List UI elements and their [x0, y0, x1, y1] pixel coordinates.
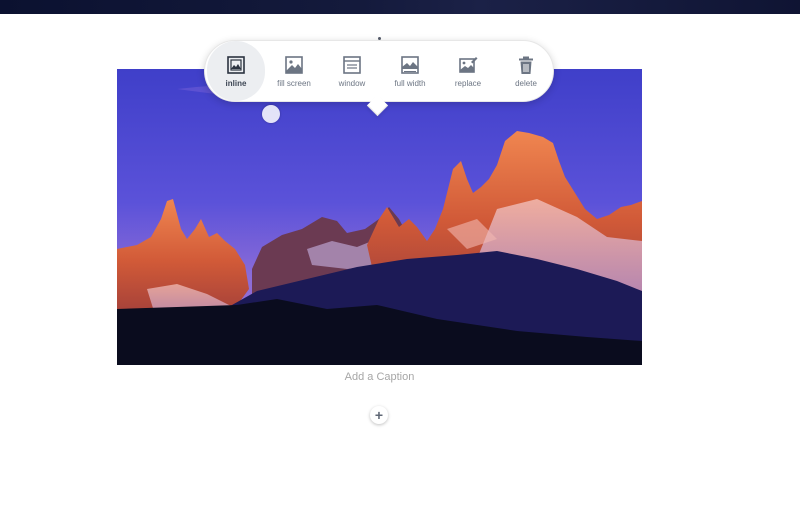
- fill-screen-icon: [285, 56, 303, 74]
- window-button[interactable]: window: [323, 41, 381, 101]
- mouse-cursor: [262, 105, 280, 123]
- delete-button[interactable]: delete: [497, 41, 555, 101]
- caption-input[interactable]: Add a Caption: [117, 371, 642, 383]
- replace-button[interactable]: replace: [439, 41, 497, 101]
- top-header-bar: [0, 0, 800, 14]
- full-width-label: full width: [394, 79, 426, 88]
- fill-screen-button[interactable]: fill screen: [265, 41, 323, 101]
- window-label: window: [338, 79, 366, 88]
- inline-button[interactable]: inline: [207, 41, 265, 101]
- replace-label: replace: [454, 79, 482, 88]
- trash-icon: [519, 56, 533, 74]
- full-width-button[interactable]: full width: [381, 41, 439, 101]
- image-toolbar: inline fill screen window full width rep…: [204, 40, 554, 102]
- inline-label: inline: [225, 79, 247, 88]
- inline-image-icon: [227, 56, 245, 74]
- full-width-icon: [401, 56, 419, 74]
- delete-label: delete: [515, 79, 537, 88]
- plus-icon: +: [374, 407, 384, 423]
- window-icon: [343, 56, 361, 74]
- replace-image-icon: [459, 57, 478, 73]
- fill-screen-label: fill screen: [277, 79, 311, 88]
- add-block-button[interactable]: +: [370, 406, 388, 424]
